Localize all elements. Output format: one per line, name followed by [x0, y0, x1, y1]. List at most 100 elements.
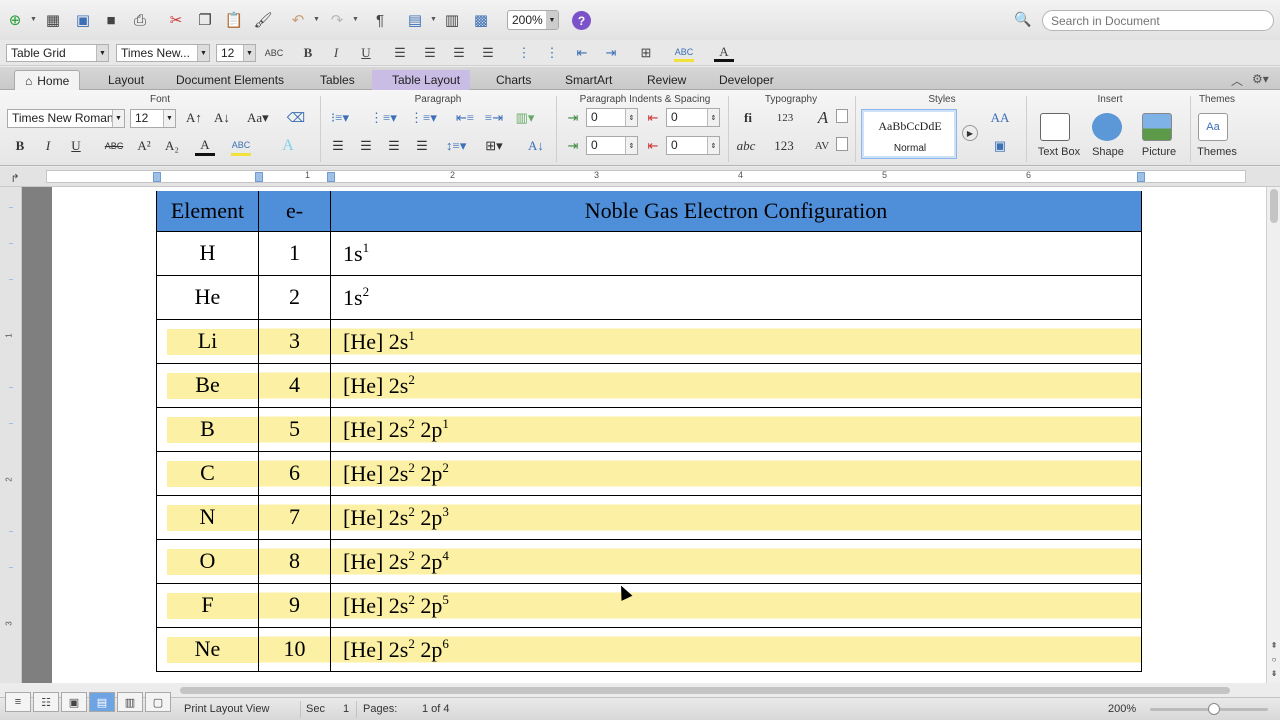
electron-count-cell[interactable]: 1: [258, 230, 331, 276]
indent-marker[interactable]: [153, 172, 161, 182]
tab-charts[interactable]: Charts: [486, 70, 541, 90]
line-spacing-icon[interactable]: ↕≡▾: [446, 136, 466, 156]
chevron-down-icon[interactable]: ▼: [430, 16, 437, 23]
space-before-stepper[interactable]: 0 ⇕: [586, 136, 638, 155]
increase-indent-icon[interactable]: ≡⇥: [484, 108, 504, 128]
element-cell[interactable]: N: [156, 494, 259, 540]
decrease-indent-icon[interactable]: ⇤≡: [455, 108, 475, 128]
italic-button[interactable]: I: [38, 136, 58, 156]
column-marker[interactable]: [327, 172, 335, 182]
configuration-cell[interactable]: [He] 2s2 2p4: [330, 538, 1142, 584]
column-marker[interactable]: [255, 172, 263, 182]
justify-icon[interactable]: ☰: [478, 44, 498, 62]
style-select[interactable]: Table Grid ▼: [6, 44, 109, 62]
themes-label[interactable]: Themes: [1194, 146, 1240, 158]
picture-icon[interactable]: [1142, 113, 1172, 141]
element-cell[interactable]: Be: [156, 362, 259, 408]
new-document-icon[interactable]: ⊕: [4, 9, 26, 31]
tab-document-elements[interactable]: Document Elements: [166, 70, 294, 90]
style-normal[interactable]: AaBbCcDdE Normal: [861, 109, 957, 159]
align-center-icon[interactable]: ☰: [356, 136, 376, 156]
right-indent-stepper[interactable]: 0 ⇕: [666, 108, 720, 127]
configuration-cell[interactable]: [He] 2s1: [330, 318, 1142, 364]
configuration-cell[interactable]: 1s2: [330, 274, 1142, 320]
redo-icon[interactable]: ↷: [326, 9, 348, 31]
justify-icon[interactable]: ☰: [412, 136, 432, 156]
save-icon[interactable]: ■: [100, 9, 122, 31]
tab-developer[interactable]: Developer: [709, 70, 784, 90]
focus-view-icon[interactable]: ▢: [145, 692, 171, 712]
horizontal-ruler[interactable]: 1 2 3 4 5 6: [46, 170, 1246, 183]
configuration-cell[interactable]: [He] 2s2 2p5: [330, 582, 1142, 628]
font-select[interactable]: Times New... ▼: [116, 44, 210, 62]
kerning-button[interactable]: AV: [812, 136, 832, 156]
chevron-down-icon[interactable]: ▼: [352, 16, 359, 23]
configuration-cell[interactable]: [He] 2s2 2p2: [330, 450, 1142, 496]
zoom-slider-knob[interactable]: [1208, 703, 1220, 715]
next-page-icon[interactable]: ⇟: [1269, 667, 1279, 679]
align-right-icon[interactable]: ☰: [384, 136, 404, 156]
columns-icon[interactable]: ▥▾: [515, 108, 535, 128]
font-color-button[interactable]: A: [714, 44, 734, 62]
vertical-scrollbar[interactable]: ⇞ ○ ⇟: [1266, 187, 1280, 683]
scroll-thumb[interactable]: [180, 687, 1230, 694]
media-browser-icon[interactable]: ▩: [470, 9, 492, 31]
element-cell[interactable]: C: [156, 450, 259, 496]
search-icon[interactable]: 🔍: [1014, 11, 1031, 28]
electron-count-cell[interactable]: 9: [258, 582, 331, 628]
horizontal-scrollbar[interactable]: [0, 683, 1280, 697]
copy-icon[interactable]: ❐: [194, 9, 216, 31]
configuration-cell[interactable]: [He] 2s2 2p6: [330, 626, 1142, 672]
sidebar-icon[interactable]: ▥: [441, 9, 463, 31]
picture-label[interactable]: Picture: [1134, 146, 1184, 158]
templates-icon[interactable]: ▦: [42, 9, 64, 31]
electron-count-cell[interactable]: 7: [258, 494, 331, 540]
electron-count-cell[interactable]: 2: [258, 274, 331, 320]
electron-count-cell[interactable]: 6: [258, 450, 331, 496]
ribbon-font-size-select[interactable]: 12 ▼: [130, 109, 176, 128]
decrease-indent-icon[interactable]: ⇤: [572, 44, 592, 62]
tab-review[interactable]: Review: [637, 70, 696, 90]
superscript-button[interactable]: A²: [134, 136, 154, 156]
change-case-icon[interactable]: Aa▾: [247, 108, 269, 128]
character-spacing-button[interactable]: abc: [736, 136, 756, 156]
chevron-down-icon[interactable]: ▼: [30, 16, 37, 23]
tab-layout[interactable]: Layout: [98, 70, 154, 90]
help-button[interactable]: ?: [572, 11, 591, 30]
underline-button[interactable]: U: [356, 44, 376, 62]
element-cell[interactable]: H: [156, 230, 259, 276]
number-forms-button[interactable]: 123: [774, 136, 794, 156]
bulleted-list-icon[interactable]: ⋮: [542, 44, 562, 62]
number-spacing-button[interactable]: 123: [775, 108, 795, 128]
header-electrons[interactable]: e-: [258, 191, 331, 232]
text-box-icon[interactable]: [1040, 113, 1070, 141]
change-case-button[interactable]: ABC: [262, 44, 286, 62]
gear-icon[interactable]: ⚙▾: [1252, 72, 1269, 86]
styles-manage-icon[interactable]: ▣: [990, 136, 1010, 156]
tab-home[interactable]: ⌂ Home: [14, 70, 81, 90]
electron-count-cell[interactable]: 5: [258, 406, 331, 452]
vertical-ruler[interactable]: 1 2 3: [0, 187, 22, 683]
tab-tables[interactable]: Tables: [310, 70, 365, 90]
configuration-cell[interactable]: [He] 2s2 2p1: [330, 406, 1142, 452]
sort-icon[interactable]: A↓: [526, 136, 546, 156]
configuration-cell[interactable]: 1s1: [330, 230, 1142, 276]
stylistic-sets-button[interactable]: A: [813, 108, 833, 128]
right-indent-marker[interactable]: [1137, 172, 1145, 182]
electron-config-table[interactable]: Element e- Noble Gas Electron Configurat…: [156, 191, 1142, 672]
tab-stop-icon[interactable]: ↱: [4, 167, 26, 189]
electron-count-cell[interactable]: 4: [258, 362, 331, 408]
view-icon[interactable]: ▤: [404, 9, 426, 31]
configuration-cell[interactable]: [He] 2s2: [330, 362, 1142, 408]
shape-label[interactable]: Shape: [1086, 146, 1130, 158]
contextual-alternates-checkbox[interactable]: [836, 109, 848, 123]
align-left-icon[interactable]: ☰: [328, 136, 348, 156]
previous-page-icon[interactable]: ⇞: [1269, 639, 1279, 651]
paste-icon[interactable]: 📋: [223, 9, 245, 31]
next-style-icon[interactable]: ▶: [962, 125, 978, 141]
print-icon[interactable]: ⎙: [129, 9, 151, 31]
electron-count-cell[interactable]: 8: [258, 538, 331, 584]
scroll-thumb[interactable]: [1270, 189, 1278, 223]
bulleted-list-icon[interactable]: ⁝≡▾: [330, 108, 350, 128]
pilcrow-icon[interactable]: ¶: [369, 9, 391, 31]
